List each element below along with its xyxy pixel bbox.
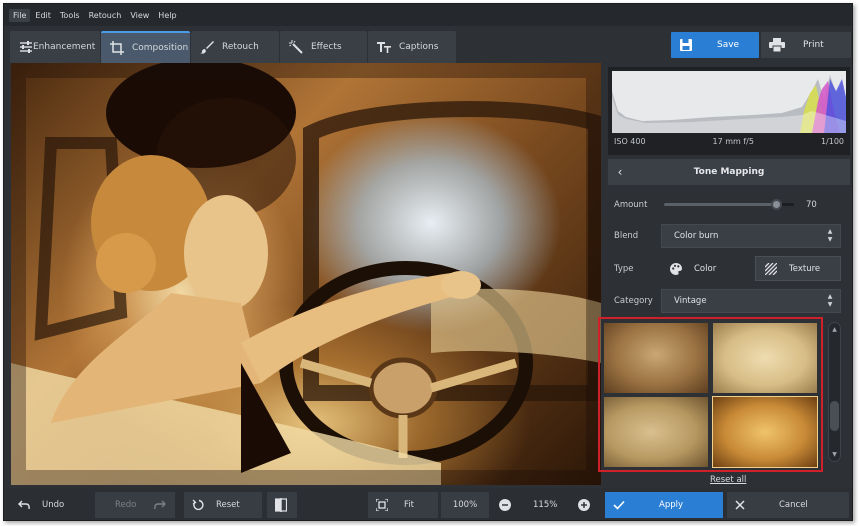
category-value: Vintage [674,296,707,306]
tab-enhancement[interactable]: Enhancement [10,31,100,63]
amount-slider-thumb[interactable] [770,199,782,210]
menu-help[interactable]: Help [154,9,180,22]
redo-button[interactable]: Redo [95,492,175,518]
type-color-label: Color [694,263,717,274]
select-arrows-icon: ▲ ▼ [827,228,833,243]
back-arrow-icon[interactable]: ‹ [608,165,632,179]
redo-icon [154,500,167,510]
print-button[interactable]: Print [761,32,851,58]
zoom-control: 115% [493,492,591,518]
redo-label: Redo [115,500,137,510]
shutter-value: 1/100 [820,137,844,146]
crop-icon [109,40,125,56]
amount-slider[interactable] [664,199,794,210]
brush-icon [199,39,215,55]
type-texture-label: Texture [789,263,821,274]
menu-bar: File Edit Tools Retouch View Help [4,4,852,26]
reset-button[interactable]: Reset [184,492,262,518]
tab-enhancement-label: Enhancement [33,42,96,52]
palette-icon [670,262,682,275]
blend-label: Blend [614,231,639,241]
tab-captions-label: Captions [399,42,439,52]
reset-label: Reset [216,500,240,510]
menu-edit[interactable]: Edit [31,9,55,22]
fit-screen-icon [376,499,388,511]
texture-thumbnail-selected[interactable] [712,396,818,468]
apply-button[interactable]: Apply [605,492,723,518]
texture-thumbnail[interactable] [604,397,708,467]
tab-captions[interactable]: Captions [368,31,456,63]
menu-tools[interactable]: Tools [56,9,84,22]
reset-all-link[interactable]: Reset all [710,475,746,485]
fit-label: Fit [404,500,414,510]
undo-label: Undo [42,500,65,510]
blend-select[interactable]: Color burn ▲ ▼ [661,224,841,248]
amount-slider-fill [664,203,776,206]
main-toolbar: Enhancement Composition Retouch Effects … [4,31,852,65]
texture-icon [765,262,777,275]
type-label: Type [614,264,634,274]
scrollbar-thumb[interactable] [830,401,839,431]
compare-button[interactable] [267,492,297,518]
sliders-icon [18,39,34,55]
tab-composition-label: Composition [132,43,189,53]
zoom-out-icon[interactable] [499,499,511,511]
scroll-down-icon[interactable]: ▼ [829,451,840,458]
undo-button[interactable]: Undo [10,492,92,518]
tab-effects-label: Effects [311,42,342,52]
type-texture-button[interactable]: Texture [755,256,841,281]
tab-effects[interactable]: Effects [280,31,367,63]
apply-label: Apply [659,500,683,510]
scroll-up-icon[interactable]: ▲ [829,326,840,333]
photo-canvas[interactable] [11,63,601,485]
cancel-button[interactable]: Cancel [727,492,849,518]
iso-value: ISO 400 [614,137,646,146]
texture-thumbnail[interactable] [604,323,708,393]
close-icon [735,500,745,510]
reset-icon [192,499,204,511]
text-icon [376,39,392,55]
focal-value: 17 mm f/5 [712,137,754,146]
amount-value: 70 [806,200,817,210]
histogram-graph [612,71,846,133]
panel-header: ‹ Tone Mapping [608,159,850,185]
tab-retouch[interactable]: Retouch [191,31,279,63]
zoom-in-icon[interactable] [578,499,591,511]
print-label: Print [803,40,824,50]
undo-icon [18,500,30,510]
floppy-disk-icon [679,38,693,52]
menu-view[interactable]: View [126,9,153,22]
type-color-button[interactable]: Color [661,256,751,281]
tab-composition[interactable]: Composition [101,31,190,63]
tab-retouch-label: Retouch [222,42,259,52]
amount-label: Amount [614,200,648,210]
category-select[interactable]: Vintage ▲ ▼ [661,289,841,313]
blend-value: Color burn [674,231,719,241]
save-label: Save [717,40,740,50]
exif-info: ISO 400 17 mm f/5 1/100 [608,137,850,146]
histogram-panel: ISO 400 17 mm f/5 1/100 [608,67,850,155]
select-arrows-icon: ▲ ▼ [827,293,833,308]
printer-icon [769,38,785,52]
compare-icon [275,498,287,512]
app-window: File Edit Tools Retouch View Help Enhanc… [3,3,853,521]
save-button[interactable]: Save [671,32,759,58]
panel-title: Tone Mapping [693,167,765,177]
texture-thumbnail[interactable] [713,323,817,393]
zoom-100-label: 100% [452,500,478,510]
checkmark-icon [613,500,625,510]
magic-wand-icon [288,39,304,55]
menu-retouch[interactable]: Retouch [85,9,126,22]
texture-grid [598,317,823,472]
zoom-100-button[interactable]: 100% [441,492,489,518]
bottom-bar: Undo Redo Reset Fit 100% 115% Apply Canc… [4,488,852,520]
menu-file[interactable]: File [9,8,31,22]
texture-scrollbar[interactable]: ▲ ▼ [828,322,841,462]
zoom-value: 115% [533,500,558,510]
cancel-label: Cancel [779,500,808,510]
fit-button[interactable]: Fit [368,492,438,518]
category-label: Category [614,296,653,306]
vintage-photo [11,63,601,485]
